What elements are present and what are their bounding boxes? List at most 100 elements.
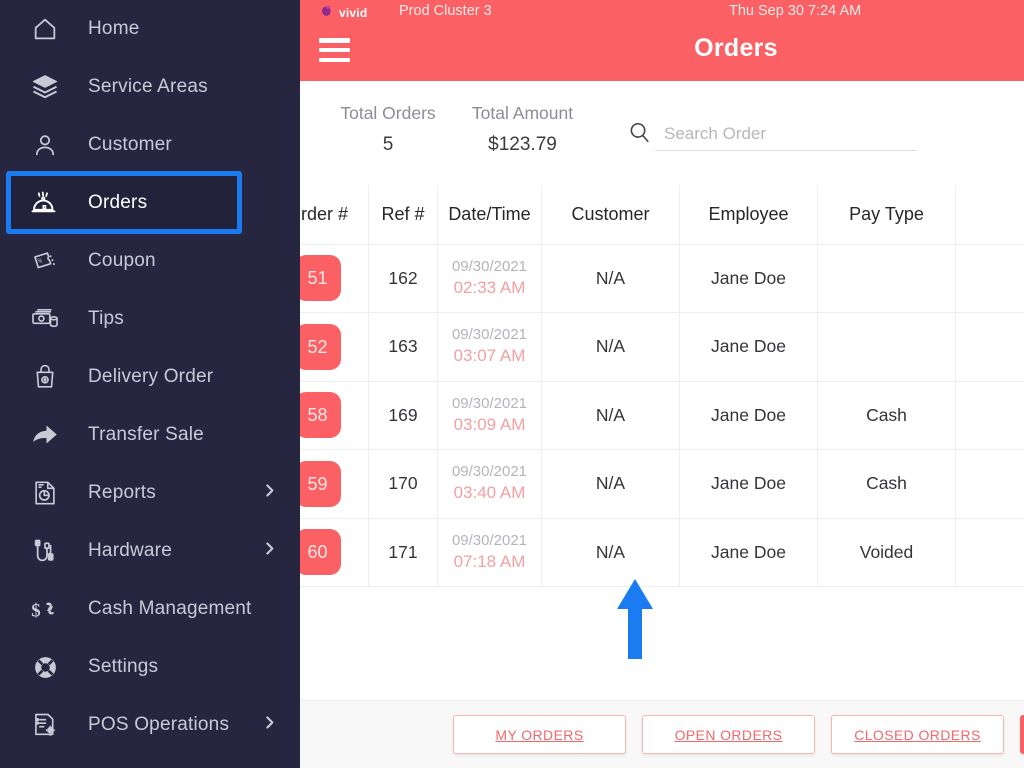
sidebar-item-home[interactable]: Home — [0, 0, 300, 58]
ref-number-cell: 162 — [368, 243, 438, 313]
pos-orders-screen: Home Service Areas Customer Orders % Cou… — [0, 0, 1024, 768]
table-row[interactable]: 52 163 09/30/2021 03:07 AM N/A Jane Doe … — [300, 312, 1024, 382]
my-orders-button[interactable]: MY ORDERS — [453, 715, 626, 754]
customer-cell: N/A — [541, 517, 680, 587]
table-header-row: Order # Ref # Date/Time Customer Employe… — [300, 185, 1024, 245]
total-orders-stat: Total Orders 5 — [328, 103, 448, 156]
sidebar-item-coupon[interactable]: % Coupon — [0, 232, 300, 290]
dollar-swap-icon: $ — [22, 594, 68, 624]
order-time: 03:07 AM — [453, 346, 526, 366]
brand-logo: vivid — [318, 2, 367, 23]
brand-name: vivid — [339, 5, 368, 20]
sidebar-item-reports[interactable]: Reports — [0, 464, 300, 522]
footer-action-bar: MY ORDERS OPEN ORDERS CLOSED ORDERS — [300, 700, 1024, 768]
pay-type-cell: Voided — [817, 517, 956, 587]
sidebar-item-label: Service Areas — [88, 76, 208, 97]
closed-orders-button[interactable]: CLOSED ORDERS — [831, 715, 1004, 754]
chevron-right-icon — [261, 714, 278, 736]
order-date: 09/30/2021 — [451, 463, 528, 481]
order-number-cell[interactable]: 51 — [300, 243, 369, 313]
total-orders-value: 5 — [382, 134, 394, 155]
page-title: Orders — [694, 34, 778, 62]
total-orders-label: Total Orders — [340, 103, 436, 123]
total-amount-value: $123.79 — [488, 134, 557, 155]
order-date: 09/30/2021 — [451, 326, 528, 344]
sidebar-item-pos-operations[interactable]: POS Operations — [0, 696, 300, 754]
ref-number-cell: 170 — [368, 449, 438, 519]
search-order-field[interactable] — [627, 115, 917, 155]
table-row[interactable]: 51 162 09/30/2021 02:33 AM N/A Jane Doe … — [300, 243, 1024, 313]
order-number-cell[interactable]: 59 — [300, 449, 369, 519]
sidebar-item-label: Cash Management — [88, 598, 252, 619]
search-input[interactable] — [655, 119, 917, 151]
sidebar-item-cash-management[interactable]: $ Cash Management — [0, 580, 300, 638]
column-header-order-number[interactable]: Order # — [300, 185, 369, 245]
order-number-cell[interactable]: 60 — [300, 517, 369, 587]
customer-cell: N/A — [541, 449, 680, 519]
usb-cable-icon — [22, 537, 68, 565]
sidebar-item-transfer-sale[interactable]: Transfer Sale — [0, 406, 300, 464]
order-number-badge[interactable]: 60 — [300, 529, 341, 576]
sidebar-item-service-areas[interactable]: Service Areas — [0, 58, 300, 116]
open-orders-button[interactable]: OPEN ORDERS — [642, 715, 815, 754]
layers-icon — [22, 72, 68, 102]
order-label-cell: Main Dining — [955, 312, 1024, 382]
delivery-bag-icon — [22, 363, 68, 391]
table-row[interactable]: 59 170 09/30/2021 03:40 AM N/A Jane Doe … — [300, 449, 1024, 519]
column-header-employee[interactable]: Employee — [679, 185, 818, 245]
table-row[interactable]: 58 169 09/30/2021 03:09 AM N/A Jane Doe … — [300, 380, 1024, 450]
cluster-name: Prod Cluster 3 — [399, 3, 492, 19]
order-number-badge[interactable]: 58 — [300, 392, 341, 439]
pay-type-cell — [817, 243, 956, 313]
column-header-pay-type[interactable]: Pay Type — [817, 185, 956, 245]
order-label-cell: Main Dining — [955, 449, 1024, 519]
chevron-right-icon — [261, 540, 278, 562]
orders-table-scroll[interactable]: Order # Ref # Date/Time Customer Employe… — [300, 185, 1024, 700]
column-header-date-time[interactable]: Date/Time — [437, 185, 542, 245]
order-number-cell[interactable]: 52 — [300, 312, 369, 382]
total-amount-stat: Total Amount $123.79 — [455, 103, 590, 156]
sidebar-item-label: Coupon — [88, 250, 156, 271]
sidebar-item-delivery-order[interactable]: Delivery Order — [0, 348, 300, 406]
lifebuoy-icon — [22, 653, 68, 682]
sidebar-item-label: Orders — [88, 192, 148, 213]
order-time: 07:18 AM — [453, 551, 526, 571]
order-number-cell[interactable]: 58 — [300, 380, 369, 450]
pay-type-cell — [817, 312, 956, 382]
column-header-order-label[interactable]: Order Label — [955, 185, 1024, 245]
column-header-customer[interactable]: Customer — [541, 185, 680, 245]
date-time-cell: 09/30/2021 03:09 AM — [437, 380, 542, 450]
cloche-icon — [22, 188, 68, 218]
order-number-badge[interactable]: 59 — [300, 460, 341, 507]
ticket-icon: % — [22, 247, 68, 275]
home-icon — [22, 15, 68, 43]
order-label-cell: Main Dining — [955, 380, 1024, 450]
top-app-bar: vivid Prod Cluster 3 Thu Sep 30 7:24 AM … — [300, 0, 1024, 81]
sidebar-item-label: Tips — [88, 308, 124, 329]
primary-action-button[interactable] — [1020, 715, 1024, 754]
employee-cell: Jane Doe — [679, 312, 818, 382]
sidebar-item-label: Transfer Sale — [88, 424, 204, 445]
sidebar-item-label: Customer — [88, 134, 172, 155]
person-icon — [22, 131, 68, 159]
ref-number-cell: 171 — [368, 517, 438, 587]
order-number-badge[interactable]: 51 — [300, 255, 341, 302]
grape-leaf-logo-icon — [318, 2, 334, 23]
svg-text:$: $ — [31, 601, 40, 622]
sidebar-item-orders[interactable]: Orders — [0, 174, 300, 232]
date-time-cell: 09/30/2021 07:18 AM — [437, 517, 542, 587]
sidebar-item-tips[interactable]: Tips — [0, 290, 300, 348]
employee-cell: Jane Doe — [679, 380, 818, 450]
total-amount-label: Total Amount — [471, 103, 574, 123]
sidebar-item-customer[interactable]: Customer — [0, 116, 300, 174]
column-header-ref-number[interactable]: Ref # — [368, 185, 438, 245]
sidebar-item-hardware[interactable]: Hardware — [0, 522, 300, 580]
order-number-badge[interactable]: 52 — [300, 323, 341, 370]
sidebar-item-label: Delivery Order — [88, 366, 214, 387]
customer-cell: N/A — [541, 312, 680, 382]
date-time-cell: 09/30/2021 02:33 AM — [437, 243, 542, 313]
sidebar-item-settings[interactable]: Settings — [0, 638, 300, 696]
order-date: 09/30/2021 — [451, 531, 528, 549]
table-row[interactable]: 60 171 09/30/2021 07:18 AM N/A Jane Doe … — [300, 517, 1024, 587]
order-time: 03:40 AM — [453, 483, 526, 503]
